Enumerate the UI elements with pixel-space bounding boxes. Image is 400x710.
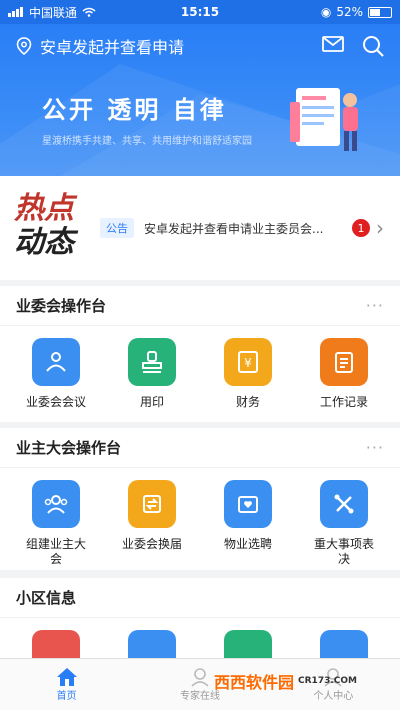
wifi-icon — [82, 7, 96, 17]
group-icon — [32, 480, 80, 528]
finance-button[interactable]: ¥ 财务 — [208, 338, 288, 410]
work-record-button[interactable]: 工作记录 — [304, 338, 384, 410]
form-assembly-button[interactable]: 组建业主大会 — [16, 480, 96, 567]
carrier-label: 中国联通 — [29, 5, 78, 20]
meeting-button[interactable]: 业委会会议 — [16, 338, 96, 410]
chevron-right-icon[interactable]: › — [376, 216, 384, 240]
community-info-item[interactable] — [112, 630, 192, 658]
swap-icon — [128, 480, 176, 528]
section-title: 小区信息 — [16, 589, 77, 607]
clock: 15:15 — [180, 5, 220, 19]
tab-home[interactable]: 首页 — [0, 659, 133, 710]
community-info-section: 小区信息 — [0, 578, 400, 658]
banner-title: 公开 透明 自律 — [42, 96, 227, 124]
info-icon — [128, 630, 176, 658]
expert-icon — [191, 668, 209, 687]
location-pin-icon — [16, 37, 32, 55]
signal-icon — [8, 7, 23, 17]
hot-news-bar[interactable]: 热点 动态 公告 安卓发起并查看申请业主委员会... 1 › — [0, 176, 400, 280]
status-bar: 中国联通 15:15 ◉ 52% — [0, 0, 400, 24]
info-icon — [32, 630, 80, 658]
unread-badge: 1 — [352, 219, 370, 237]
clipboard-icon — [320, 338, 368, 386]
svg-text:¥: ¥ — [244, 356, 252, 370]
community-info-item[interactable] — [16, 630, 96, 658]
mail-icon[interactable] — [322, 35, 344, 53]
community-title[interactable]: 安卓发起并查看申请 — [40, 34, 322, 58]
envelope-heart-icon — [224, 480, 272, 528]
info-icon — [224, 630, 272, 658]
section-title: 业委会操作台 — [16, 297, 107, 315]
watermark: 西西软件园 CR173.COM — [214, 673, 357, 692]
more-icon[interactable]: ··· — [366, 296, 384, 315]
community-info-item[interactable] — [304, 630, 384, 658]
battery-icon — [368, 6, 392, 18]
stamp-icon — [128, 338, 176, 386]
meeting-icon — [32, 338, 80, 386]
info-icon — [320, 630, 368, 658]
search-icon[interactable] — [362, 35, 384, 57]
battery-percent: 52% — [336, 5, 363, 19]
rotation-lock-icon: ◉ — [320, 5, 332, 19]
tools-icon — [320, 480, 368, 528]
more-icon[interactable]: ··· — [366, 438, 384, 457]
notice-tag: 公告 — [100, 218, 134, 238]
finance-icon: ¥ — [224, 338, 272, 386]
committee-console-section: 业委会操作台 ··· 业委会会议 用印 ¥ 财务 工作记录 — [0, 286, 400, 422]
hot-news-logo: 热点 动态 — [14, 191, 74, 260]
header: 安卓发起并查看申请 公开 透明 自律 星渡桥携手共建、共享、共用维护和谐舒适家园 — [0, 24, 400, 176]
owners-assembly-section: 业主大会操作台 ··· 组建业主大会 业委会换届 物业选聘 重大事项表决 — [0, 428, 400, 570]
major-vote-button[interactable]: 重大事项表决 — [304, 480, 384, 567]
committee-reelection-button[interactable]: 业委会换届 — [112, 480, 192, 567]
property-selection-button[interactable]: 物业选聘 — [208, 480, 288, 567]
community-info-item[interactable] — [208, 630, 288, 658]
seal-button[interactable]: 用印 — [112, 338, 192, 410]
notice-text[interactable]: 安卓发起并查看申请业主委员会... — [144, 220, 344, 237]
section-title: 业主大会操作台 — [16, 439, 122, 457]
banner-subtitle: 星渡桥携手共建、共享、共用维护和谐舒适家园 — [42, 136, 252, 147]
home-icon — [56, 668, 77, 686]
document-illustration — [290, 88, 358, 151]
